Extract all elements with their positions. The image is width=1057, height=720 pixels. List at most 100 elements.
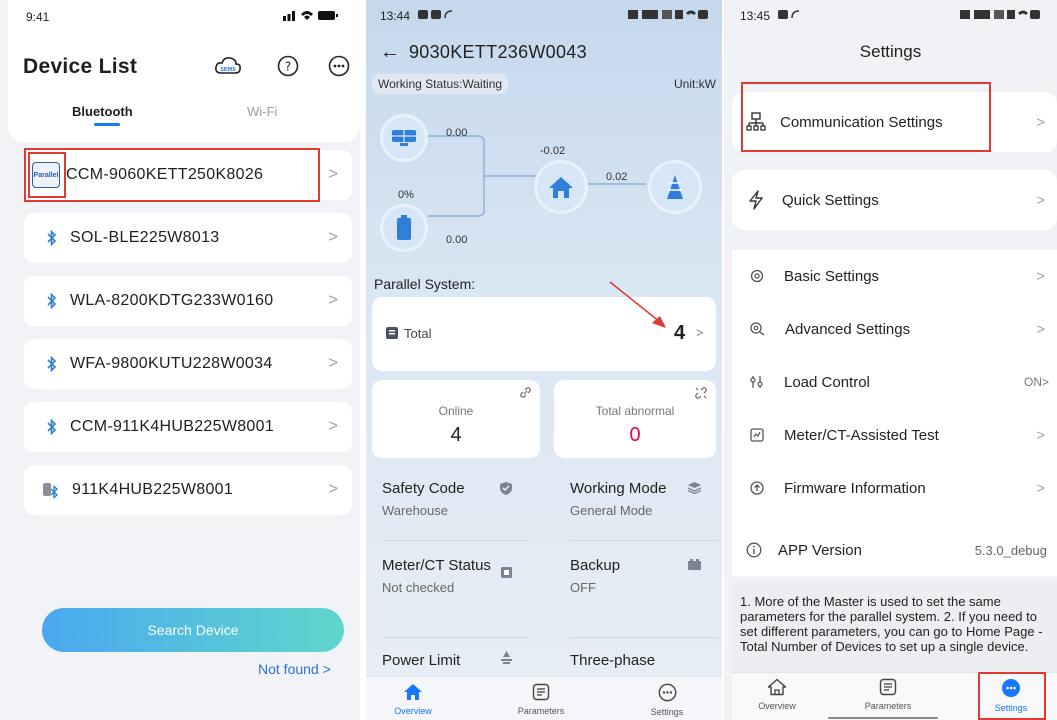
battery-power: 0.00	[446, 234, 468, 246]
document-icon	[879, 678, 897, 696]
item-label: Basic Settings	[784, 267, 880, 285]
not-found-link[interactable]: Not found >	[258, 661, 331, 677]
page-title: Device List	[23, 55, 138, 78]
item-label: Advanced Settings	[785, 320, 911, 338]
online-value: 4	[450, 424, 462, 446]
meter-test-item[interactable]: Meter/CT-Assisted Test >	[732, 409, 1057, 461]
bluetooth-icon	[46, 419, 58, 435]
status-bar: 13:44	[366, 0, 722, 32]
load-control-item[interactable]: Load Control ON>	[732, 356, 1057, 408]
power-limit-cell[interactable]: Power Limit	[382, 652, 547, 669]
solar-panel-icon	[391, 129, 417, 147]
nav-label: Settings	[650, 707, 684, 717]
note-box: 1. More of the Master is used to set the…	[732, 582, 1057, 672]
status-right-icons	[628, 8, 708, 21]
chevron-right-icon: >	[696, 325, 704, 340]
device-name: WFA-9800KUTU228W0034	[70, 355, 273, 372]
nav-overview[interactable]: Overview	[752, 678, 802, 711]
chevron-right-icon: >	[1036, 479, 1045, 497]
home-indicator	[828, 717, 938, 719]
tab-wifi[interactable]: Wi-Fi	[247, 104, 277, 119]
item-label: Firmware Information	[784, 479, 926, 497]
battery-icon	[396, 215, 412, 241]
parallel-note: 1. More of the Master is used to set the…	[740, 594, 1043, 654]
pv-node	[380, 114, 428, 162]
highlight-box-icon	[28, 152, 66, 198]
cell-value: OFF	[570, 580, 596, 595]
abnormal-card: Total abnormal 0	[554, 380, 716, 458]
layers-icon	[688, 482, 701, 494]
device-bluetooth-icon	[42, 481, 60, 499]
battery-soc: 0%	[398, 189, 414, 201]
help-icon[interactable]: ?	[277, 55, 299, 77]
meter-ct-cell[interactable]: Meter/CT Status Not checked	[382, 557, 492, 595]
tab-bluetooth[interactable]: Bluetooth	[72, 104, 133, 119]
abnormal-value: 0	[629, 424, 641, 446]
more-icon[interactable]	[328, 55, 350, 77]
home-icon	[403, 683, 423, 701]
firmware-information-item[interactable]: Firmware Information >	[732, 462, 1057, 514]
chevron-right-icon: >	[1036, 426, 1045, 444]
nav-settings[interactable]: Settings	[642, 683, 692, 717]
abnormal-label: Total abnormal	[595, 404, 675, 418]
chevron-right-icon: >	[1036, 320, 1045, 338]
divider	[570, 637, 718, 638]
status-time: 9:41	[26, 10, 50, 24]
meter-test-icon	[750, 428, 764, 442]
upload-circle-icon	[750, 481, 764, 495]
nav-parameters[interactable]: Parameters	[511, 683, 571, 716]
lightning-icon	[748, 190, 764, 210]
battery-box-icon	[688, 559, 701, 570]
list-icon	[386, 327, 398, 339]
highlight-box	[741, 82, 991, 152]
overview-screen: 13:44 ← 9030KETT236W0043 Working Status:…	[366, 0, 722, 720]
search-device-button[interactable]: Search Device	[42, 608, 344, 652]
safety-code-cell[interactable]: Safety Code Warehouse	[382, 480, 547, 518]
chevron-right-icon: >	[1036, 267, 1045, 285]
cell-title: Power Limit	[382, 652, 461, 669]
cloud-icon[interactable]: SEMS	[214, 55, 242, 77]
annotation-arrow	[609, 281, 666, 328]
basic-settings-item[interactable]: Basic Settings >	[732, 250, 1057, 302]
divider	[570, 540, 718, 541]
status-time: 13:45	[740, 9, 771, 23]
cell-value: Warehouse	[382, 503, 448, 518]
tab-indicator	[94, 123, 120, 126]
device-row[interactable]: WLA-8200KDTG233W0160 >	[24, 276, 352, 326]
device-name: 911K4HUB225W8001	[72, 481, 234, 498]
quick-settings-item[interactable]: Quick Settings >	[732, 170, 1057, 230]
device-row[interactable]: WFA-9800KUTU228W0034 >	[24, 339, 352, 389]
back-arrow-icon[interactable]: ←	[380, 41, 400, 64]
advanced-settings-item[interactable]: Advanced Settings >	[732, 303, 1057, 355]
battery-node	[380, 204, 428, 252]
chevron-right-icon: >	[328, 416, 338, 435]
three-phase-cell[interactable]: Three-phase	[570, 652, 722, 669]
nav-overview[interactable]: Overview	[388, 683, 438, 716]
device-name: SOL-BLE225W8013	[70, 229, 220, 246]
nav-parameters[interactable]: Parameters	[858, 678, 918, 711]
chevron-right-icon: >	[328, 227, 338, 246]
chevron-right-icon: >	[328, 290, 338, 309]
status-bar: 9:41	[0, 0, 360, 32]
cell-value: General Mode	[570, 503, 653, 518]
item-label: Quick Settings	[782, 191, 879, 209]
total-value: 4	[674, 322, 686, 344]
chevron-right-icon: >	[1036, 113, 1045, 131]
document-icon	[532, 683, 550, 701]
item-label: Meter/CT-Assisted Test	[784, 426, 939, 444]
device-name: WLA-8200KDTG233W0160	[70, 292, 274, 309]
bluetooth-icon	[46, 356, 58, 372]
grid-tower-icon	[664, 174, 686, 200]
bottom-nav: Overview Parameters Settings	[366, 676, 722, 720]
notification-icons	[418, 9, 454, 20]
highlight-box	[24, 148, 320, 202]
nav-label: Overview	[758, 701, 796, 711]
device-row[interactable]: CCM-911K4HUB225W8001 >	[24, 402, 352, 452]
info-icon	[746, 542, 762, 558]
bluetooth-icon	[46, 230, 58, 246]
device-row[interactable]: 911K4HUB225W8001 >	[24, 465, 352, 515]
status-bar: 13:45	[724, 0, 1057, 32]
chevron-right-icon: >	[1036, 191, 1045, 209]
home-outline-icon	[767, 678, 787, 696]
device-row[interactable]: SOL-BLE225W8013 >	[24, 213, 352, 263]
